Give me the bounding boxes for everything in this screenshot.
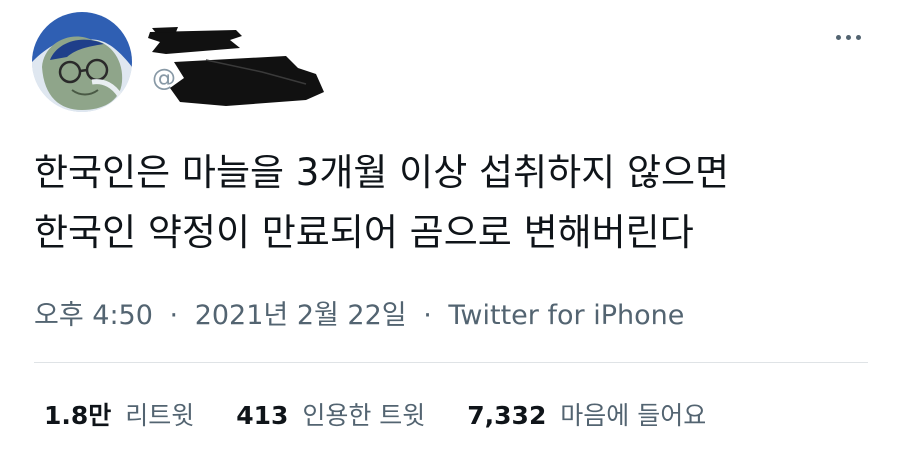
retweets-stat[interactable]: 1.8만 리트윗 <box>44 396 194 432</box>
tweet-line: 한국인 약정이 만료되어 곰으로 변해버린다 <box>34 211 694 254</box>
quotes-count: 413 <box>236 401 289 430</box>
meta-separator: · <box>423 300 432 331</box>
tweet-date[interactable]: 2021년 2월 22일 <box>195 300 407 331</box>
tweet-time[interactable]: 오후 4:50 <box>34 300 153 331</box>
tweet-meta: 오후 4:50 · 2021년 2월 22일 · Twitter for iPh… <box>34 293 684 332</box>
retweets-count: 1.8만 <box>44 401 112 430</box>
more-dot <box>845 34 851 40</box>
divider <box>34 362 868 363</box>
tweet-line: 한국인은 마늘을 3개월 이상 섭취하지 않으면 <box>34 151 730 194</box>
likes-count: 7,332 <box>467 401 547 430</box>
more-options-button[interactable] <box>828 22 868 52</box>
likes-label: 마음에 들어요 <box>560 401 707 430</box>
handle-redaction <box>170 56 324 106</box>
tweet-source[interactable]: Twitter for iPhone <box>448 300 684 331</box>
avatar[interactable] <box>32 12 132 112</box>
meta-separator: · <box>169 300 179 331</box>
more-dot <box>855 34 861 40</box>
tweet-text: 한국인은 마늘을 3개월 이상 섭취하지 않으면 한국인 약정이 만료되어 곰으… <box>34 143 874 263</box>
retweets-label: 리트윗 <box>125 401 195 430</box>
likes-stat[interactable]: 7,332 마음에 들어요 <box>467 396 706 432</box>
quotes-label: 인용한 트윗 <box>302 401 426 430</box>
tweet-stats: 1.8만 리트윗 413 인용한 트윗 7,332 마음에 들어요 <box>44 396 740 432</box>
more-horizontal-icon <box>835 34 841 40</box>
quotes-stat[interactable]: 413 인용한 트윗 <box>236 396 425 432</box>
